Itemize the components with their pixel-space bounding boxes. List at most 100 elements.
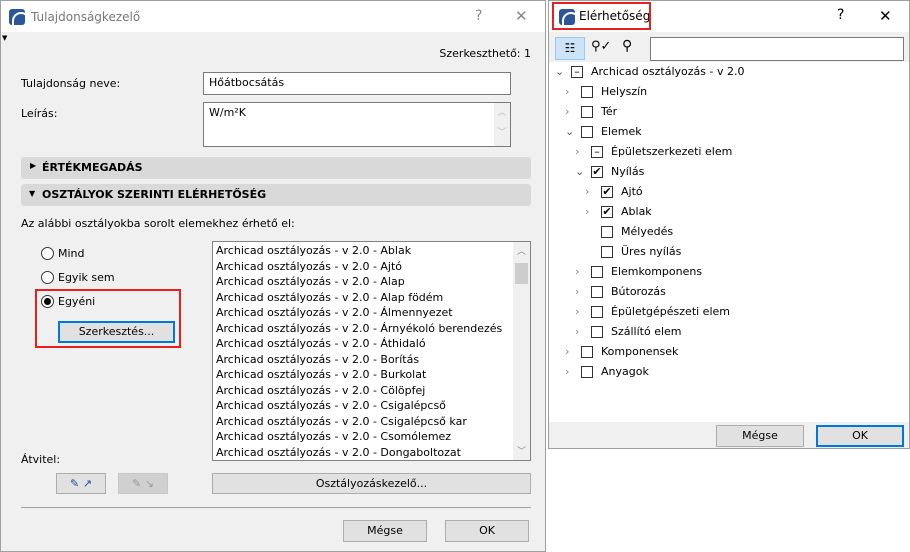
- chevron-down-icon[interactable]: ⌄: [575, 165, 584, 178]
- expand-right-icon: ▶: [30, 161, 37, 170]
- tree-item[interactable]: Mélyedés: [549, 222, 909, 242]
- syringe-down-icon: ✎ ↘: [132, 477, 154, 490]
- cancel-button[interactable]: Mégse: [343, 520, 427, 542]
- radio-none-label[interactable]: Egyik sem: [58, 271, 115, 284]
- tree-item[interactable]: ⌄ ✔ Nyílás: [549, 162, 909, 182]
- class-list-item[interactable]: Archicad osztályozás - v 2.0 - Áthidaló: [213, 337, 530, 353]
- close-button[interactable]: ✕: [879, 7, 892, 25]
- checkbox[interactable]: [581, 106, 593, 118]
- tree-item-label: Szállító elem: [611, 325, 682, 338]
- search-checked-icon[interactable]: ⚲✓: [591, 39, 611, 54]
- close-button[interactable]: ✕: [515, 7, 528, 25]
- chevron-right-icon[interactable]: ›: [565, 365, 569, 378]
- class-manager-button[interactable]: Osztályozáskezelő...: [212, 473, 531, 494]
- chevron-right-icon[interactable]: ›: [575, 285, 579, 298]
- class-list-item[interactable]: Archicad osztályozás - v 2.0 - Álmennyez…: [213, 306, 530, 322]
- tree-item[interactable]: › Elemkomponens: [549, 262, 909, 282]
- chevron-down-icon[interactable]: ⌄: [565, 125, 574, 138]
- chevron-right-icon[interactable]: ›: [575, 305, 579, 318]
- tree: ⌄ – Archicad osztályozás - v 2.0 › Helyszín ›…: [549, 62, 909, 422]
- class-list-item[interactable]: Archicad osztályozás - v 2.0 - Cölöpfej: [213, 384, 530, 400]
- class-list-scrollbar[interactable]: ︿ ﹀: [513, 242, 530, 460]
- class-list-item[interactable]: Archicad osztályozás - v 2.0 - Alap födé…: [213, 291, 530, 307]
- checkbox[interactable]: [581, 366, 593, 378]
- class-list-item[interactable]: Archicad osztályozás - v 2.0 - Alap: [213, 275, 530, 291]
- tree-item-label: Helyszín: [601, 85, 648, 98]
- tree-item[interactable]: › Anyagok: [549, 362, 909, 382]
- class-list-item[interactable]: Archicad osztályozás - v 2.0 - Borítás: [213, 353, 530, 369]
- tree-item-label: Tér: [601, 105, 618, 118]
- radio-none[interactable]: [41, 271, 54, 284]
- chevron-right-icon[interactable]: ›: [565, 345, 569, 358]
- class-list-item[interactable]: Archicad osztályozás - v 2.0 - Ablak: [213, 244, 530, 260]
- collapse-arrow-icon[interactable]: ▼: [2, 34, 7, 42]
- chevron-right-icon[interactable]: ›: [585, 205, 589, 218]
- chevron-right-icon[interactable]: ›: [575, 325, 579, 338]
- class-list-item[interactable]: Archicad osztályozás - v 2.0 - Ajtó: [213, 260, 530, 276]
- checkbox[interactable]: [591, 286, 603, 298]
- checkbox[interactable]: [591, 306, 603, 318]
- description-scrollbar[interactable]: ︿ ﹀: [494, 103, 510, 146]
- tree-item[interactable]: › Komponensek: [549, 342, 909, 362]
- checkbox[interactable]: ✔: [601, 206, 613, 218]
- help-button[interactable]: ?: [475, 8, 482, 24]
- search-icon[interactable]: ⚲: [622, 38, 632, 54]
- checkbox[interactable]: [581, 86, 593, 98]
- class-list[interactable]: Archicad osztályozás - v 2.0 - Ablak Arch…: [212, 241, 531, 461]
- property-name-field[interactable]: Hőátbocsátás: [203, 72, 511, 95]
- checkbox[interactable]: –: [591, 146, 603, 158]
- class-list-item[interactable]: Archicad osztályozás - v 2.0 - Csigalépc…: [213, 399, 530, 415]
- tree-item[interactable]: › ✔ Ablak: [549, 202, 909, 222]
- highlight-box: [35, 289, 181, 348]
- chevron-right-icon[interactable]: ›: [585, 185, 589, 198]
- tree-item[interactable]: ⌄ – Archicad osztályozás - v 2.0: [549, 62, 909, 82]
- checkbox[interactable]: [601, 226, 613, 238]
- cancel-button[interactable]: Mégse: [716, 425, 804, 447]
- checkbox[interactable]: [581, 126, 593, 138]
- radio-all-label[interactable]: Mind: [58, 247, 85, 260]
- tree-item[interactable]: › Szállító elem: [549, 322, 909, 342]
- tree-item[interactable]: › Helyszín: [549, 82, 909, 102]
- chevron-right-icon[interactable]: ›: [565, 105, 569, 118]
- tree-item[interactable]: Üres nyílás: [549, 242, 909, 262]
- checkbox[interactable]: [591, 326, 603, 338]
- chevron-down-icon[interactable]: ⌄: [555, 65, 564, 78]
- tree-item[interactable]: › Bútorozás: [549, 282, 909, 302]
- section-class-availability[interactable]: ▼ OSZTÁLYOK SZERINTI ELÉRHETŐSÉG: [21, 184, 531, 206]
- tree-item[interactable]: › Tér: [549, 102, 909, 122]
- search-input[interactable]: [650, 37, 904, 61]
- tree-item[interactable]: › ✔ Ajtó: [549, 182, 909, 202]
- checkbox[interactable]: ✔: [591, 166, 603, 178]
- transfer-inject-button[interactable]: ✎ ↘: [118, 473, 168, 494]
- section-value-definition[interactable]: ▶ ÉRTÉKMEGADÁS: [21, 157, 531, 179]
- transfer-pick-button[interactable]: ✎ ↗: [56, 473, 106, 494]
- scroll-thumb[interactable]: [515, 263, 528, 284]
- tree-item[interactable]: › Épületgépészeti elem: [549, 302, 909, 322]
- ok-button[interactable]: OK: [445, 520, 529, 542]
- class-list-item[interactable]: Archicad osztályozás - v 2.0 - Dongabolt…: [213, 446, 530, 461]
- chevron-right-icon[interactable]: ›: [565, 85, 569, 98]
- divider: [21, 507, 531, 508]
- chevron-right-icon[interactable]: ›: [575, 145, 579, 158]
- class-list-item[interactable]: Archicad osztályozás - v 2.0 - Csomóleme…: [213, 430, 530, 446]
- radio-all[interactable]: [41, 247, 54, 260]
- class-list-item[interactable]: Archicad osztályozás - v 2.0 - Árnyékoló…: [213, 322, 530, 338]
- title-bar: Tulajdonságkezelő ? ✕: [1, 1, 545, 32]
- description-field[interactable]: W/m²K ︿ ﹀: [203, 102, 511, 147]
- checkbox[interactable]: –: [571, 66, 583, 78]
- tree-item[interactable]: › – Épületszerkezeti elem: [549, 142, 909, 162]
- class-list-item[interactable]: Archicad osztályozás - v 2.0 - Burkolat: [213, 368, 530, 384]
- scroll-up-icon[interactable]: ︿: [517, 244, 526, 257]
- checkbox[interactable]: [591, 266, 603, 278]
- class-list-item[interactable]: Archicad osztályozás - v 2.0 - Csigalépc…: [213, 415, 530, 431]
- tree-view-toggle[interactable]: ☷: [555, 37, 585, 60]
- scroll-down-icon[interactable]: ﹀: [517, 444, 526, 457]
- help-button[interactable]: ?: [837, 7, 844, 23]
- classes-intro-text: Az alábbi osztályokba sorolt elemekhez é…: [21, 217, 295, 230]
- checkbox[interactable]: ✔: [601, 186, 613, 198]
- checkbox[interactable]: [581, 346, 593, 358]
- ok-button[interactable]: OK: [816, 425, 904, 447]
- checkbox[interactable]: [601, 246, 613, 258]
- tree-item[interactable]: ⌄ Elemek: [549, 122, 909, 142]
- chevron-right-icon[interactable]: ›: [575, 265, 579, 278]
